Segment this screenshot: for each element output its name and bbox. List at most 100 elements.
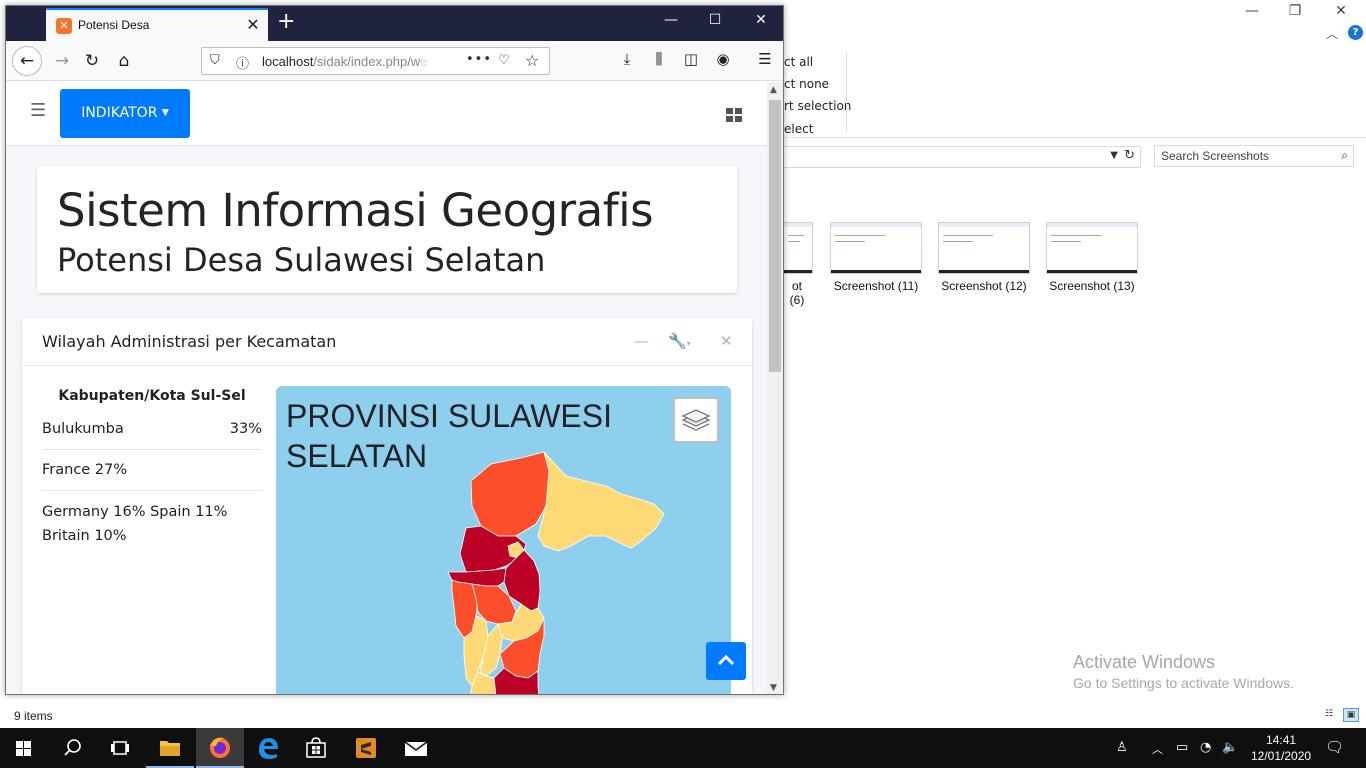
wilayah-card: Wilayah Administrasi per Kecamatan — 🔧▾ … xyxy=(22,318,752,694)
menu-icon[interactable]: ☰ xyxy=(754,50,776,68)
close-tab-icon[interactable]: ✕ xyxy=(244,15,262,34)
web-page: ☰ INDIKATOR ▼ Sistem Informasi Geografis… xyxy=(6,82,767,694)
stats-title: Kabupaten/Kota Sul-Sel xyxy=(58,388,246,404)
scroll-up-arrow-icon[interactable]: ▲ xyxy=(770,85,777,95)
item-count: 9 items xyxy=(14,709,53,723)
explorer-minimize-button[interactable]: — xyxy=(1229,2,1275,22)
close-window-icon[interactable]: ✕ xyxy=(746,12,776,28)
file-thumbnail[interactable] xyxy=(938,222,1030,274)
indikator-dropdown-button[interactable]: INDIKATOR ▼ xyxy=(60,89,190,138)
file-thumbnail[interactable] xyxy=(830,222,922,274)
remove-icon[interactable]: ✕ xyxy=(720,332,733,350)
page-actions-icon[interactable]: ••• xyxy=(466,52,492,67)
people-icon[interactable]: ♙ xyxy=(1116,740,1128,755)
url-bar[interactable]: ⛉ ⓘ localhost/sidak/index.php/we ••• ♡ ☆ xyxy=(201,47,550,75)
card-header: Wilayah Administrasi per Kecamatan — 🔧▾ … xyxy=(22,318,752,366)
bookmark-star-icon[interactable]: ☆ xyxy=(525,51,539,70)
caret-down-icon: ▼ xyxy=(161,108,169,118)
kabupaten-stats: Kabupaten/Kota Sul-Sel Bulukumba 33% Fra… xyxy=(42,388,262,557)
top-navbar: ☰ INDIKATOR ▼ xyxy=(6,82,767,146)
taskbar: ♙ ︿ ▭ ◔ 🔈 14:41 12/01/2020 🗨 xyxy=(0,728,1366,768)
volume-icon[interactable]: 🔈 xyxy=(1222,740,1238,755)
file-thumbnail[interactable] xyxy=(784,222,813,274)
home-icon[interactable]: ⌂ xyxy=(110,47,138,75)
select-none-button[interactable]: ct none xyxy=(784,77,829,91)
clock[interactable]: 14:41 12/01/2020 xyxy=(1251,732,1311,764)
minimize-icon[interactable]: — xyxy=(656,12,686,28)
explorer-maximize-button[interactable]: ❐ xyxy=(1272,2,1318,22)
xampp-favicon-icon: ✕ xyxy=(56,18,72,34)
firefox-window: ✕ Potensi Desa ✕ + — ☐ ✕ ← → ↻ ⌂ ⛉ ⓘ loc… xyxy=(5,5,784,695)
sublime-text-icon[interactable] xyxy=(342,728,390,768)
clock-time: 14:41 xyxy=(1266,733,1297,747)
mail-icon[interactable] xyxy=(392,728,440,768)
map-title: PROVINSI SULAWESI SELATAN xyxy=(286,398,612,474)
collapse-icon[interactable]: — xyxy=(634,332,649,350)
page-scrollbar[interactable]: ▲ ▼ xyxy=(767,82,783,694)
download-icon[interactable]: ⤓ xyxy=(616,50,638,68)
maximize-icon[interactable]: ☐ xyxy=(700,12,730,28)
new-tab-icon[interactable]: + xyxy=(277,11,295,33)
help-icon[interactable]: ? xyxy=(1348,25,1363,40)
page-title: Sistem Informasi Geografis xyxy=(57,184,654,237)
site-info-icon[interactable]: ⓘ xyxy=(236,53,249,72)
forward-arrow-icon[interactable]: → xyxy=(48,47,76,75)
library-icon[interactable]: ⫼ xyxy=(648,50,670,68)
firefox-icon[interactable] xyxy=(196,728,244,768)
show-hidden-icons-icon[interactable]: ︿ xyxy=(1152,741,1163,757)
chevron-down-icon[interactable]: ▼ xyxy=(1110,150,1118,161)
wrench-dropdown-icon[interactable]: 🔧▾ xyxy=(668,332,691,350)
sidebar-icon[interactable]: ◫ xyxy=(680,50,702,68)
grid-icon[interactable] xyxy=(726,108,742,122)
file-explorer-icon[interactable] xyxy=(146,728,194,768)
file-label[interactable]: Screenshot (12) xyxy=(934,279,1034,293)
back-arrow-icon[interactable]: ← xyxy=(12,46,42,76)
scroll-down-arrow-icon[interactable]: ▼ xyxy=(770,683,777,693)
search-icon: ⌕ xyxy=(1341,148,1348,162)
file-label[interactable]: ot (6) xyxy=(784,279,810,307)
ribbon-collapse-icon[interactable]: ︿ xyxy=(1326,25,1338,42)
file-label[interactable]: Screenshot (11) xyxy=(826,279,926,293)
task-view-icon[interactable] xyxy=(96,728,144,768)
large-icons-view-icon[interactable]: ▣ xyxy=(1343,708,1359,722)
explorer-ribbon: ct all ct none rt selection elect xyxy=(784,48,1366,138)
network-icon[interactable]: ◔ xyxy=(1200,740,1211,755)
action-center-icon[interactable]: 🗨 xyxy=(1325,738,1344,756)
sulsel-map[interactable]: PROVINSI SULAWESI SELATAN xyxy=(276,386,731,694)
layers-control-icon[interactable] xyxy=(673,397,719,443)
address-bar[interactable]: ▼ ↻ xyxy=(784,146,1141,168)
file-thumbnail[interactable] xyxy=(1046,222,1138,274)
select-all-button[interactable]: ct all xyxy=(784,55,813,69)
search-icon[interactable] xyxy=(48,728,96,768)
explorer-close-button[interactable]: ✕ xyxy=(1318,2,1364,22)
reload-icon[interactable]: ↻ xyxy=(78,47,106,75)
scrollbar-thumb[interactable] xyxy=(769,100,781,372)
stat-row: France 27% xyxy=(42,450,262,491)
file-label[interactable]: Screenshot (13) xyxy=(1042,279,1142,293)
account-icon[interactable]: ◉ xyxy=(712,50,734,68)
refresh-icon[interactable]: ↻ xyxy=(1124,148,1135,163)
tab-title: Potensi Desa xyxy=(78,18,150,32)
clock-date: 12/01/2020 xyxy=(1251,749,1312,763)
search-input[interactable]: Search Screenshots ⌕ xyxy=(1154,145,1354,167)
stat-row: Germany 16% Spain 11% Britain 10% xyxy=(42,504,228,544)
store-icon[interactable] xyxy=(292,728,340,768)
battery-icon[interactable]: ▭ xyxy=(1176,740,1188,755)
hamburger-menu-icon[interactable]: ☰ xyxy=(30,100,46,121)
page-subtitle: Potensi Desa Sulawesi Selatan xyxy=(57,241,546,279)
tracking-shield-icon[interactable]: ⛉ xyxy=(210,53,220,68)
start-windows-icon[interactable] xyxy=(0,728,48,768)
stat-value: 33% xyxy=(229,421,262,437)
url-text[interactable]: localhost/sidak/index.php/we xyxy=(262,54,437,69)
edge-icon[interactable] xyxy=(244,728,292,768)
scroll-to-top-button[interactable] xyxy=(706,642,746,680)
activation-subtitle: Go to Settings to activate Windows. xyxy=(1073,675,1294,691)
invert-selection-button[interactable]: rt selection xyxy=(784,99,851,113)
page-header: Sistem Informasi Geografis Potensi Desa … xyxy=(37,166,737,293)
select-group-label: elect xyxy=(784,122,814,136)
tab-bar: ✕ Potensi Desa ✕ + — ☐ ✕ xyxy=(6,6,783,41)
pocket-icon[interactable]: ♡ xyxy=(498,53,510,68)
tab-potensi-desa[interactable]: ✕ Potensi Desa ✕ xyxy=(46,8,268,41)
card-title: Wilayah Administrasi per Kecamatan xyxy=(42,332,337,351)
details-view-icon[interactable]: ☷ xyxy=(1321,708,1337,722)
